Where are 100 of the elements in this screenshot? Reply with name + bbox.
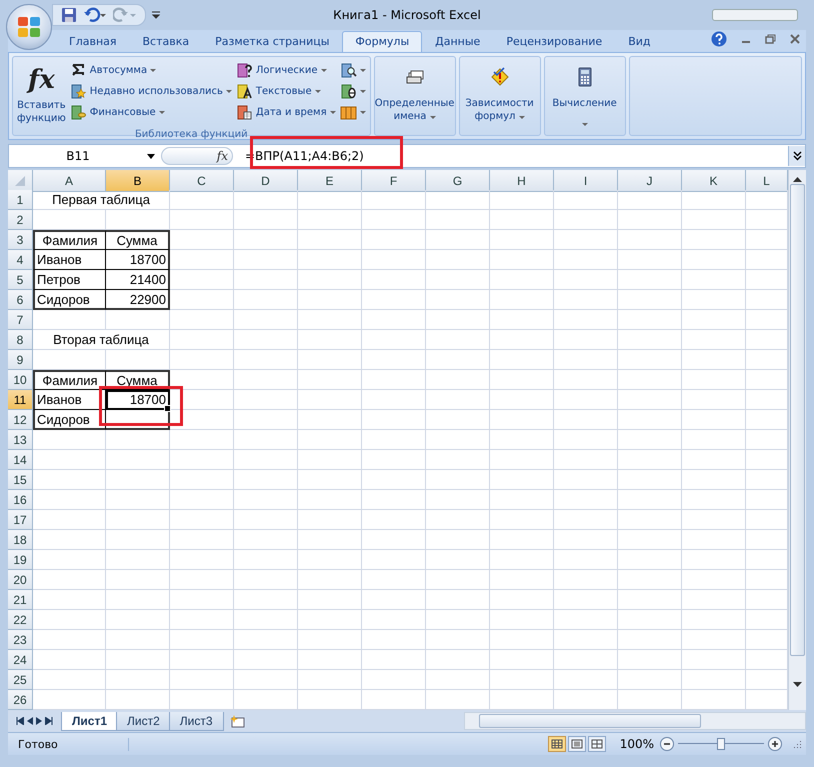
help-icon[interactable] [711, 31, 727, 47]
name-box[interactable]: B11 [9, 149, 147, 163]
row-header[interactable]: 20 [8, 570, 33, 590]
scrollbar-thumb[interactable] [479, 714, 701, 728]
row-header[interactable]: 24 [8, 650, 33, 670]
last-sheet-icon[interactable] [45, 717, 53, 725]
table-cell[interactable] [106, 410, 170, 430]
row-header[interactable]: 11 [8, 390, 33, 410]
sheet-tab[interactable]: Лист2 [116, 712, 171, 730]
resize-grip-icon[interactable] [792, 739, 802, 749]
ribbon-tab[interactable]: Разметка страницы [202, 31, 342, 52]
table-cell[interactable]: Иванов [33, 250, 106, 270]
view-button[interactable] [568, 736, 586, 752]
save-icon[interactable] [61, 7, 77, 23]
view-button[interactable] [588, 736, 606, 752]
row-header[interactable]: 5 [8, 270, 33, 290]
previous-sheet-icon[interactable] [27, 717, 33, 725]
row-header[interactable]: 10 [8, 370, 33, 390]
column-header[interactable]: B [106, 170, 170, 192]
ribbon-button[interactable]: Финансовые [68, 103, 234, 122]
row-header[interactable]: 21 [8, 590, 33, 610]
zoom-out-button[interactable] [660, 737, 674, 751]
table-cell[interactable]: 18700 [106, 250, 170, 270]
ribbon-tab[interactable]: Рецензирование [493, 31, 616, 52]
row-header[interactable]: 19 [8, 550, 33, 570]
table-cell[interactable]: 21400 [106, 270, 170, 290]
row-header[interactable]: 15 [8, 470, 33, 490]
column-header[interactable]: E [298, 170, 362, 192]
column-header[interactable]: F [362, 170, 426, 192]
row-header[interactable]: 8 [8, 330, 33, 350]
ribbon-tab[interactable]: Вид [615, 31, 664, 52]
first-sheet-icon[interactable] [16, 717, 24, 725]
row-header[interactable]: 4 [8, 250, 33, 270]
row-header[interactable]: 22 [8, 610, 33, 630]
table-cell[interactable]: Сумма [106, 230, 170, 250]
row-header[interactable]: 14 [8, 450, 33, 470]
table-cell[interactable]: Сидоров [33, 290, 106, 310]
next-sheet-icon[interactable] [36, 717, 42, 725]
row-header[interactable]: 25 [8, 670, 33, 690]
ribbon-button[interactable]: Зависимости формул [463, 61, 536, 125]
restore-icon[interactable] [765, 34, 776, 44]
insert-function-button[interactable]: fx [161, 147, 233, 165]
table-cell[interactable]: Фамилия [33, 230, 106, 250]
ribbon-tab[interactable]: Формулы [342, 31, 422, 52]
scrollbar-thumb[interactable] [790, 184, 805, 656]
customize-icon[interactable] [152, 10, 160, 20]
window-controls[interactable] [712, 9, 798, 21]
row-header[interactable]: 18 [8, 530, 33, 550]
undo-icon[interactable] [83, 7, 107, 23]
row-header[interactable]: 9 [8, 350, 33, 370]
ribbon-button[interactable]: Вычисление [550, 61, 619, 128]
ribbon-button[interactable]: Недавно использовались [68, 82, 234, 101]
row-header[interactable]: 2 [8, 210, 33, 230]
ribbon-tab[interactable]: Вставка [130, 31, 202, 52]
column-header[interactable]: K [682, 170, 746, 192]
row-header[interactable]: 3 [8, 230, 33, 250]
zoom-in-button[interactable] [768, 737, 782, 751]
column-header[interactable]: D [234, 170, 298, 192]
row-header[interactable]: 16 [8, 490, 33, 510]
ribbon-button[interactable]: Дата и время [234, 103, 338, 122]
column-header[interactable]: A [33, 170, 106, 192]
table-cell[interactable]: 18700 [106, 390, 170, 410]
column-header[interactable]: J [618, 170, 682, 192]
ribbon-tab[interactable]: Главная [56, 31, 130, 52]
ribbon-button[interactable]: Определенные имена [372, 61, 456, 125]
zoom-level[interactable]: 100% [620, 737, 654, 751]
close-icon[interactable] [790, 34, 800, 44]
table-cell[interactable]: Петров [33, 270, 106, 290]
caret-icon[interactable] [147, 154, 155, 158]
column-header[interactable]: L [746, 170, 788, 192]
row-header[interactable]: 7 [8, 310, 33, 330]
table-cell[interactable]: Иванов [33, 390, 106, 410]
expand-button[interactable] [788, 146, 805, 166]
ribbon-button[interactable]: Текстовые [234, 82, 338, 101]
vertical-scrollbar[interactable] [788, 170, 806, 710]
slider-thumb[interactable] [717, 738, 725, 750]
table-cell[interactable]: Сидоров [33, 410, 106, 430]
row-header[interactable]: 23 [8, 630, 33, 650]
table-cell[interactable]: 22900 [106, 290, 170, 310]
horizontal-scrollbar[interactable] [464, 712, 806, 730]
column-header[interactable]: I [554, 170, 618, 192]
insert-function-button[interactable]: fx Вставить функцию [15, 59, 68, 127]
column-header[interactable]: G [426, 170, 490, 192]
table-cell[interactable]: Фамилия [33, 370, 106, 390]
select-all-button[interactable] [8, 170, 33, 192]
column-header[interactable]: H [490, 170, 554, 192]
fill-handle[interactable] [164, 405, 171, 412]
column-header[interactable]: C [170, 170, 234, 192]
row-header[interactable]: 17 [8, 510, 33, 530]
ribbon-button[interactable]: Логические [234, 61, 338, 80]
row-header[interactable]: 6 [8, 290, 33, 310]
row-header[interactable]: 13 [8, 430, 33, 450]
sheet-tab[interactable]: Лист1 [61, 712, 118, 730]
row-header[interactable]: 26 [8, 690, 33, 710]
table-cell[interactable]: Сумма [106, 370, 170, 390]
view-button[interactable] [548, 736, 566, 752]
ribbon-tab[interactable]: Данные [422, 31, 494, 52]
office-button[interactable] [6, 4, 52, 50]
ribbon-button[interactable]: Автосумма [68, 61, 234, 80]
row-header[interactable]: 12 [8, 410, 33, 430]
